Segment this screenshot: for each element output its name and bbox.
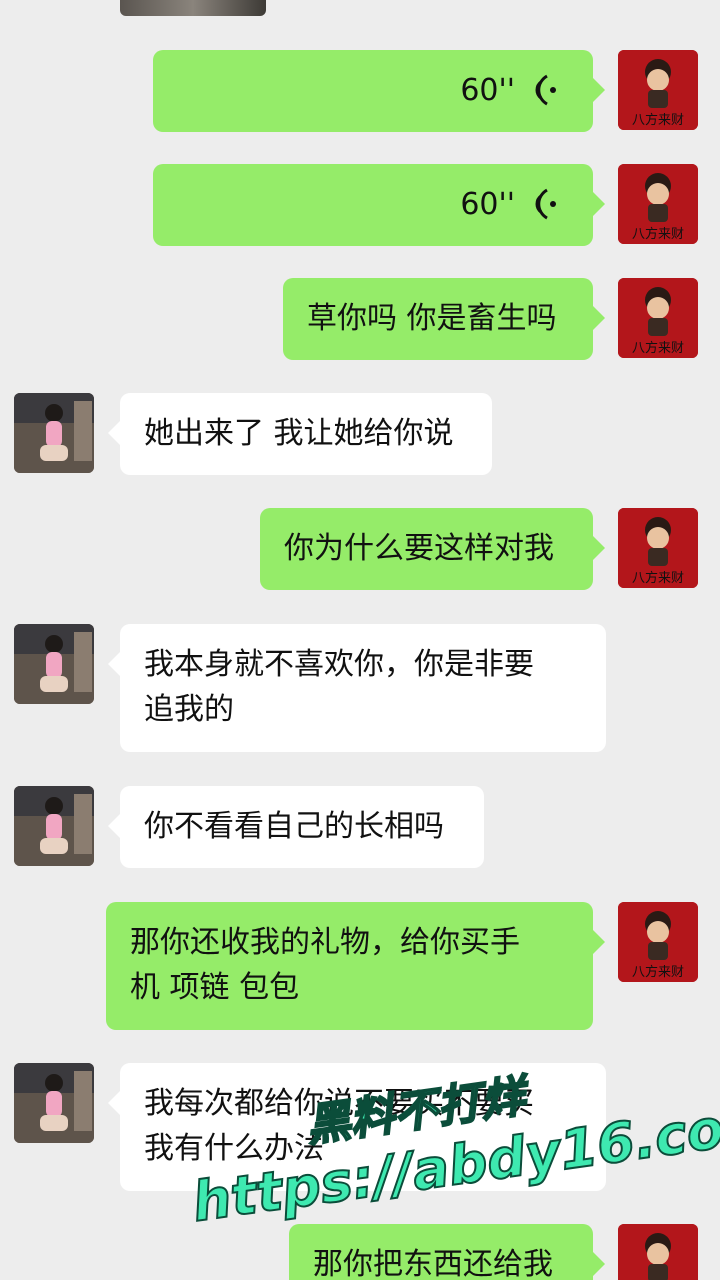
avatar-cartoon-icon [618, 1224, 698, 1280]
bubble-tail [593, 192, 605, 216]
avatar-cartoon-icon: 八方来财 [618, 164, 698, 244]
voice-duration: 60'' [460, 73, 515, 108]
my-avatar[interactable]: 八方来财 [618, 164, 698, 244]
my-avatar[interactable] [618, 1224, 698, 1280]
bubble-tail [108, 652, 120, 676]
contact-avatar[interactable] [14, 393, 94, 473]
message-row: 你不看看自己的长相吗 [0, 786, 720, 868]
text-message-bubble[interactable]: 你为什么要这样对我 [260, 508, 605, 590]
message-text: 草你吗 你是畜生吗 [307, 301, 557, 336]
previous-image-thumbnail[interactable] [120, 0, 266, 16]
bubble-tail [593, 1252, 605, 1276]
text-message-bubble[interactable]: 草你吗 你是畜生吗 [283, 278, 605, 360]
message-row: 60'' 八方来财 [0, 164, 720, 246]
message-text: 那你把东西还给我 [313, 1247, 553, 1280]
voice-message-bubble[interactable]: 60'' [153, 50, 605, 132]
text-message-bubble[interactable]: 她出来了 我让她给你说 [108, 393, 492, 475]
bubble-tail [593, 930, 605, 954]
bubble-tail [593, 78, 605, 102]
avatar-photo-icon [14, 393, 94, 473]
contact-avatar[interactable] [14, 624, 94, 704]
voice-duration: 60'' [460, 187, 515, 222]
avatar-cartoon-icon: 八方来财 [618, 278, 698, 358]
message-text: 她出来了 我让她给你说 [144, 416, 454, 451]
text-message-bubble[interactable]: 你不看看自己的长相吗 [108, 786, 484, 868]
bubble-tail [108, 1091, 120, 1115]
bubble-tail [593, 306, 605, 330]
message-text: 你为什么要这样对我 [284, 531, 554, 566]
message-row: 那你把东西还给我 [0, 1224, 720, 1280]
message-text-line: 那你还收我的礼物，给你买手 [130, 925, 520, 960]
avatar-cartoon-icon: 八方来财 [618, 50, 698, 130]
message-text-line: 机 项链 包包 [130, 970, 300, 1005]
text-message-bubble[interactable]: 我本身就不喜欢你，你是非要 追我的 [108, 624, 606, 752]
voice-message-bubble[interactable]: 60'' [153, 164, 605, 246]
svg-text:八方来财: 八方来财 [632, 340, 684, 356]
contact-avatar[interactable] [14, 1063, 94, 1143]
contact-avatar[interactable] [14, 786, 94, 866]
text-message-bubble[interactable]: 那你把东西还给我 [289, 1224, 605, 1280]
avatar-cartoon-icon: 八方来财 [618, 508, 698, 588]
bubble-tail [108, 814, 120, 838]
avatar-photo-icon [14, 786, 94, 866]
message-row: 我本身就不喜欢你，你是非要 追我的 [0, 624, 720, 752]
avatar-photo-icon [14, 624, 94, 704]
message-text-line: 追我的 [144, 692, 234, 727]
message-row: 你为什么要这样对我 八方来财 [0, 508, 720, 590]
text-message-bubble[interactable]: 那你还收我的礼物，给你买手 机 项链 包包 [106, 902, 605, 1030]
voice-wave-icon [535, 188, 556, 220]
message-row: 那你还收我的礼物，给你买手 机 项链 包包 八方来财 [0, 902, 720, 1030]
svg-text:八方来财: 八方来财 [632, 570, 684, 586]
voice-wave-icon [535, 74, 556, 106]
message-row: 草你吗 你是畜生吗 八方来财 [0, 278, 720, 360]
message-row: 60'' 八方来财 [0, 50, 720, 132]
my-avatar[interactable]: 八方来财 [618, 50, 698, 130]
message-row: 她出来了 我让她给你说 [0, 393, 720, 475]
bubble-tail [108, 421, 120, 445]
svg-text:八方来财: 八方来财 [632, 226, 684, 242]
svg-text:八方来财: 八方来财 [632, 964, 684, 980]
svg-text:八方来财: 八方来财 [632, 112, 684, 128]
my-avatar[interactable]: 八方来财 [618, 278, 698, 358]
avatar-photo-icon [14, 1063, 94, 1143]
message-text-line: 我本身就不喜欢你，你是非要 [144, 647, 534, 682]
my-avatar[interactable]: 八方来财 [618, 508, 698, 588]
bubble-tail [593, 536, 605, 560]
message-text: 你不看看自己的长相吗 [144, 809, 444, 844]
avatar-cartoon-icon: 八方来财 [618, 902, 698, 982]
my-avatar[interactable]: 八方来财 [618, 902, 698, 982]
